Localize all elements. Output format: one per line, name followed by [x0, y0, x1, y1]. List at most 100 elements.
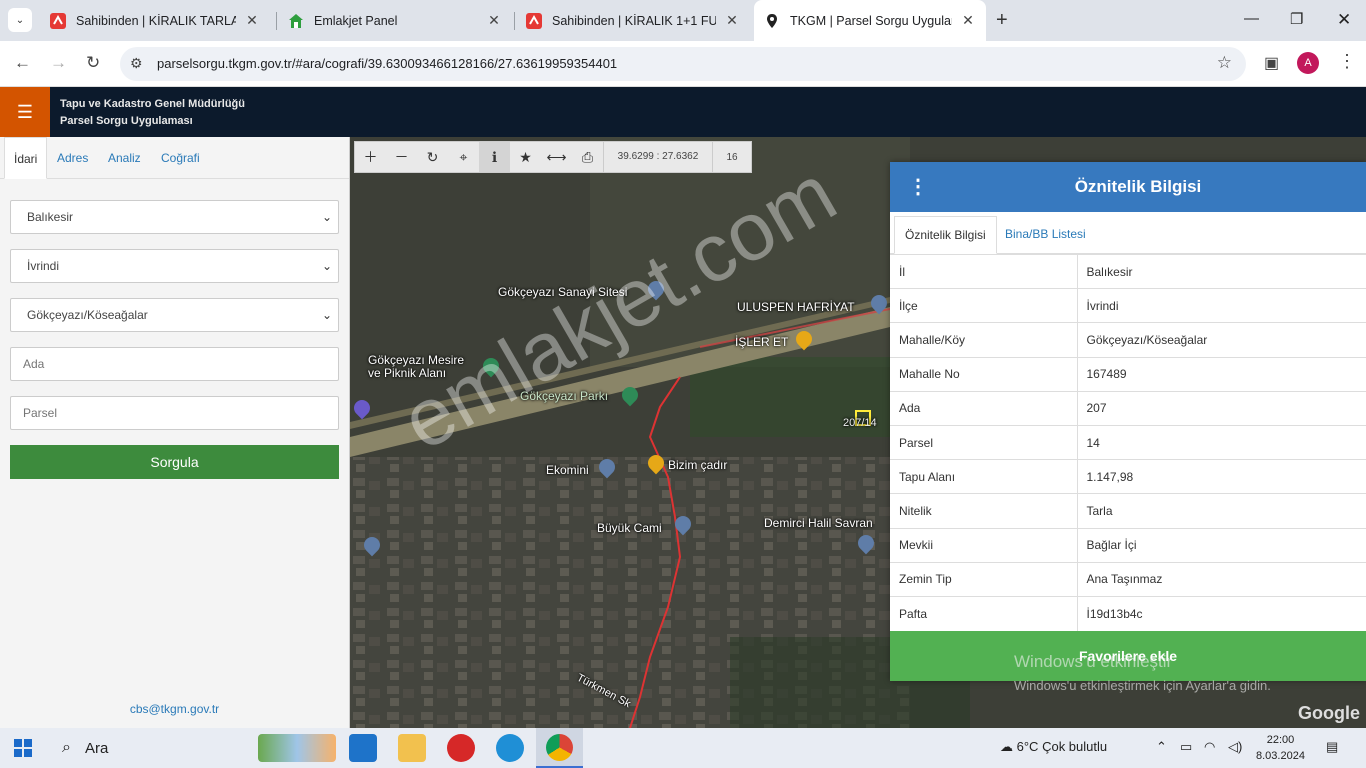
tab-building-list[interactable]: Bina/BB Listesi	[995, 216, 1096, 254]
battery-icon[interactable]: ▭	[1180, 739, 1192, 755]
coordinate-readout: 39.6299 : 27.6362	[603, 142, 713, 172]
cloud-icon: ☁	[1000, 739, 1013, 754]
attribute-key: Mevkii	[890, 527, 1078, 563]
close-icon[interactable]: ✕	[244, 12, 260, 29]
parsel-input[interactable]	[10, 396, 339, 430]
map-label: İŞLER ET	[735, 335, 789, 349]
minimize-icon[interactable]: —	[1244, 10, 1259, 27]
attribute-value: 207	[1077, 390, 1366, 426]
province-value: Balıkesir	[27, 210, 74, 224]
weather-condition: Çok bulutlu	[1042, 739, 1108, 754]
tab-idari[interactable]: İdari	[4, 137, 48, 179]
app-title: Tapu ve Kadastro Genel Müdürlüğü Parsel …	[60, 96, 245, 130]
back-icon[interactable]: ←	[14, 53, 31, 73]
edge-icon[interactable]	[496, 734, 524, 762]
attribute-value: Balıkesir	[1077, 253, 1366, 289]
bookmark-star-icon[interactable]: ☆	[1217, 53, 1232, 73]
attribute-value: Gökçeyazı/Köseağalar	[1077, 322, 1366, 358]
browser-tab-1[interactable]: Sahibinden | KİRALIK TARLA ve ✕	[40, 0, 270, 41]
tab-attributes[interactable]: Öznitelik Bilgisi	[894, 216, 997, 254]
url-text[interactable]: parselsorgu.tkgm.gov.tr/#ara/cografi/39.…	[157, 56, 617, 71]
query-button[interactable]: Sorgula	[10, 445, 339, 479]
search-label: Ara	[84, 739, 109, 757]
district-value: İvrindi	[27, 259, 60, 273]
side-panel-icon[interactable]: ▣	[1264, 53, 1279, 73]
attribute-key: İlçe	[890, 288, 1078, 323]
zoom-in-icon[interactable]: ＋	[355, 142, 386, 172]
temperature: 6°C	[1016, 739, 1039, 754]
activation-title: Windows'u etkinleştir	[1014, 652, 1173, 671]
map-label: Bizim çadır	[668, 458, 728, 472]
neighborhood-select[interactable]: Gökçeyazı/Köseağalar ⌄	[10, 298, 339, 332]
refresh-icon[interactable]: ↻	[417, 142, 448, 172]
chevron-up-icon[interactable]: ⌃	[1156, 739, 1167, 755]
close-icon[interactable]: ✕	[724, 12, 740, 29]
tab-title: Sahibinden | KİRALIK TARLA ve	[76, 13, 236, 28]
zoom-out-icon[interactable]: －	[386, 142, 417, 172]
clock-time: 22:00	[1266, 734, 1295, 746]
window-close-icon[interactable]: ✕	[1337, 10, 1351, 30]
map-toolbar: ＋ － ↻ ⌖ ℹ ★ ⟷ ⎙ 39.6299 : 27.6362 16	[354, 141, 752, 173]
measure-icon[interactable]: ⟷	[541, 142, 572, 172]
panel-header: ⋮ Öznitelik Bilgisi	[890, 162, 1366, 212]
system-clock[interactable]: 22:00 8.03.2024	[1256, 732, 1305, 764]
browser-tab-active[interactable]: TKGM | Parsel Sorgu Uygulamas ✕	[754, 0, 986, 41]
attribute-value: Ana Taşınmaz	[1077, 561, 1366, 597]
attribute-value: 167489	[1077, 356, 1366, 392]
contact-email-link[interactable]: cbs@tkgm.gov.tr	[0, 702, 349, 716]
opera-icon[interactable]	[447, 734, 475, 762]
tab-title: TKGM | Parsel Sorgu Uygulamas	[790, 13, 952, 28]
attribute-row: Zemin Tip Ana Taşınmaz	[890, 561, 1366, 597]
browser-tab-2[interactable]: Emlakjet Panel ✕	[278, 0, 512, 41]
activation-subtitle: Windows'u etkinleştirmek için Ayarlar'a …	[1014, 678, 1271, 693]
google-logo: Google	[1298, 703, 1360, 723]
query-sidebar: İdari Adres Analiz Coğrafi Balıkesir ⌄ İ…	[0, 137, 350, 728]
tab-cografi[interactable]: Coğrafi	[152, 137, 209, 179]
chrome-taskbar-button[interactable]	[536, 728, 583, 768]
info-icon[interactable]: ℹ	[479, 142, 510, 172]
restore-icon[interactable]: ❐	[1290, 10, 1303, 28]
close-icon[interactable]: ✕	[486, 12, 502, 29]
forward-icon[interactable]: →	[50, 53, 67, 73]
attribute-row: İlçe İvrindi	[890, 288, 1366, 323]
chevron-down-icon: ⌄	[321, 308, 332, 322]
new-tab-button[interactable]: +	[996, 9, 1008, 32]
search-highlight-image[interactable]	[258, 734, 336, 762]
print-icon[interactable]: ⎙	[572, 142, 603, 172]
wifi-icon[interactable]: ◠	[1204, 739, 1215, 755]
attribute-table: İl Balıkesir İlçe İvrindi Mahalle/Köy Gökçeya…	[890, 253, 1366, 631]
attribute-row: Mevkii Bağlar İçi	[890, 527, 1366, 563]
hamburger-menu-icon[interactable]: ☰	[0, 87, 50, 137]
windows-start-icon[interactable]	[14, 739, 32, 757]
reload-icon[interactable]: ↻	[86, 53, 100, 73]
attribute-row: Nitelik Tarla	[890, 493, 1366, 528]
favorite-star-icon[interactable]: ★	[510, 142, 541, 172]
close-icon[interactable]: ✕	[960, 12, 976, 29]
map-label: Büyük Cami	[597, 521, 662, 535]
tab-analiz[interactable]: Analiz	[99, 137, 150, 179]
map-label: Demirci Halil Savran	[764, 516, 873, 530]
tab-adres[interactable]: Adres	[48, 137, 97, 179]
file-explorer-icon[interactable]	[398, 734, 426, 762]
attribute-row: İl Balıkesir	[890, 253, 1366, 289]
attribute-row: Tapu Alanı 1.147,98	[890, 459, 1366, 494]
tab-search-button[interactable]: ⌄	[8, 8, 32, 32]
attribute-key: Pafta	[890, 595, 1078, 631]
ada-input[interactable]	[10, 347, 339, 381]
notification-icon[interactable]: ▤	[1326, 739, 1338, 755]
profile-avatar[interactable]: A	[1297, 52, 1319, 74]
windows-taskbar: ⌕ Ara ☁ 6°C Çok bulutlu ⌃ ▭ ◠ ◁) 22:00 8…	[0, 728, 1366, 768]
locate-icon[interactable]: ⌖	[448, 142, 479, 172]
panel-title: Öznitelik Bilgisi	[1074, 177, 1202, 196]
district-select[interactable]: İvrindi ⌄	[10, 249, 339, 283]
menu-dots-icon[interactable]: ⋮	[1338, 51, 1356, 72]
volume-icon[interactable]: ◁)	[1228, 739, 1242, 755]
mail-app-icon[interactable]	[349, 734, 377, 762]
sahibinden-icon	[526, 12, 542, 29]
province-select[interactable]: Balıkesir ⌄	[10, 200, 339, 234]
browser-tab-3[interactable]: Sahibinden | KİRALIK 1+1 FUL E ✕	[516, 0, 750, 41]
weather-widget[interactable]: ☁ 6°C Çok bulutlu	[1000, 739, 1107, 755]
url-omnibox[interactable]: ⚙ parselsorgu.tkgm.gov.tr/#ara/cografi/3…	[120, 47, 1246, 81]
chrome-icon	[546, 734, 573, 761]
site-settings-icon[interactable]: ⚙	[130, 55, 143, 72]
